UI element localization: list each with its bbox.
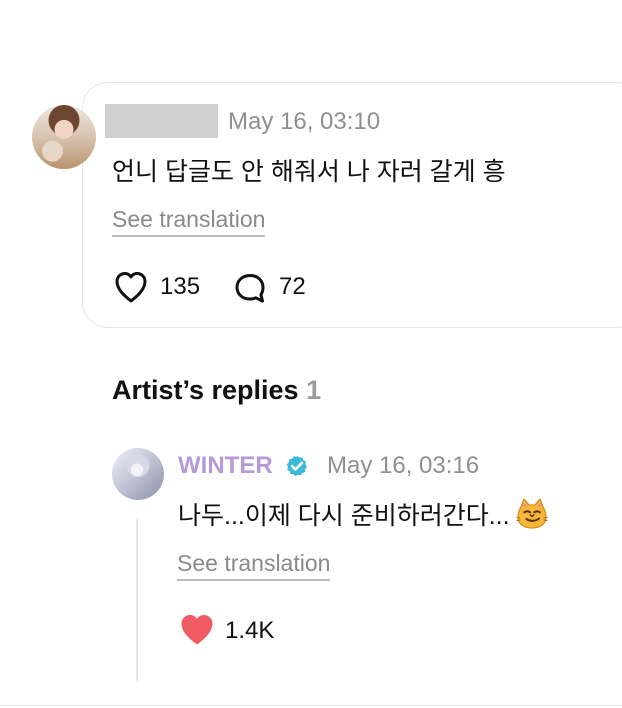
masked-username — [105, 104, 218, 138]
post-comment-count: 72 — [279, 273, 306, 300]
reply-thread-line — [136, 519, 138, 681]
see-translation-link[interactable]: See translation — [112, 205, 266, 237]
artist-name[interactable]: WINTER — [178, 452, 273, 480]
artist-avatar[interactable] — [112, 448, 164, 500]
bottom-divider — [0, 705, 622, 706]
reply-like-count: 1.4K — [225, 617, 275, 644]
smirking-cat-emoji-icon — [515, 497, 548, 529]
artist-replies-title: Artist’s replies — [112, 375, 299, 405]
reply-timestamp: May 16, 03:16 — [327, 452, 480, 479]
artist-replies-heading: Artist’s replies 1 — [112, 375, 321, 406]
heart-outline-icon[interactable] — [113, 270, 149, 304]
reply-see-translation-link[interactable]: See translation — [177, 549, 331, 581]
comment-icon[interactable] — [232, 270, 268, 306]
user-avatar[interactable] — [32, 105, 96, 169]
artist-replies-count: 1 — [306, 375, 322, 405]
post-timestamp: May 16, 03:10 — [228, 108, 381, 135]
post-text: 언니 답글도 안 해줘서 나 자러 갈게 흥 — [112, 158, 506, 186]
verified-badge-icon — [286, 455, 307, 477]
post-like-count: 135 — [160, 273, 201, 300]
heart-filled-icon[interactable] — [178, 612, 216, 647]
reply-text-line: 나두...이제 다시 준비하러간다... — [178, 496, 548, 532]
reply-text: 나두...이제 다시 준비하러간다... — [178, 502, 510, 530]
